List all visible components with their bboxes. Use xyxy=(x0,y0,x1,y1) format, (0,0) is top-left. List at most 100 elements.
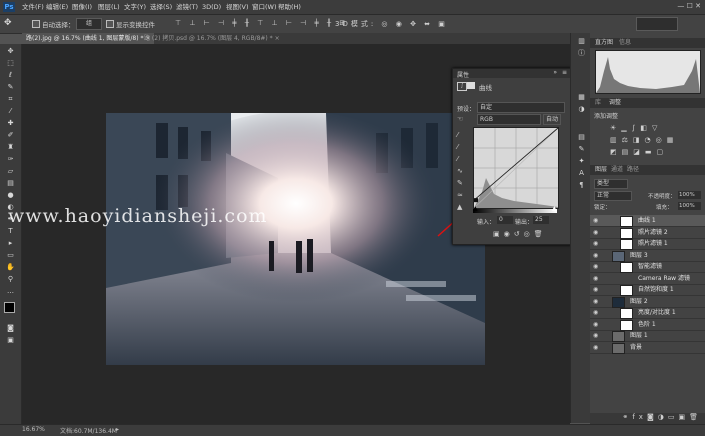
brush-panel-icon[interactable]: ✎ xyxy=(576,145,587,154)
blend-mode-dropdown[interactable]: 正常 xyxy=(594,191,632,201)
layer-row[interactable]: ◉ 图层 2 xyxy=(590,296,705,308)
clip-warning-icon[interactable]: ▲ xyxy=(457,201,463,213)
layer-kind-filter[interactable]: 类型 xyxy=(594,179,628,189)
layer-name[interactable]: Camera Raw 滤镜 xyxy=(638,273,690,284)
character-panel-icon[interactable]: A xyxy=(576,169,587,178)
eyedropper-tool-icon[interactable]: ⁄ xyxy=(5,107,16,116)
tab-paths[interactable]: 路径 xyxy=(624,165,642,175)
styles-panel-icon[interactable]: ✦ xyxy=(576,157,587,166)
tab-adjustments[interactable]: 调整 xyxy=(606,98,624,108)
posterize-icon[interactable]: ▤ xyxy=(622,148,634,156)
channel-mixer-icon[interactable]: ◎ xyxy=(656,136,667,144)
move-tool-icon[interactable]: ✥ xyxy=(5,47,16,56)
layer-name[interactable]: 照片滤镜 2 xyxy=(638,227,668,238)
menu-edit[interactable]: 编辑(E) xyxy=(46,2,68,12)
auto-button[interactable]: 自动 xyxy=(543,114,561,125)
menu-layer[interactable]: 图层(L) xyxy=(98,2,120,12)
window-controls[interactable]: — ☐ ✕ xyxy=(677,2,701,10)
layer-style-icon[interactable]: fx xyxy=(632,413,647,421)
add-mask-icon[interactable]: ◙ xyxy=(647,413,658,421)
properties-panel-icon[interactable]: ▤ xyxy=(576,133,587,142)
preset-dropdown[interactable]: 自定 xyxy=(477,102,565,113)
curve-control-point[interactable] xyxy=(474,198,478,203)
stamp-tool-icon[interactable]: ♜ xyxy=(5,143,16,152)
auto-select-checkbox[interactable] xyxy=(32,20,40,28)
gradient-tool-icon[interactable]: ▤ xyxy=(5,179,16,188)
photo-filter-icon[interactable]: ◔ xyxy=(645,136,656,144)
black-white-icon[interactable]: ◨ xyxy=(633,136,645,144)
visibility-eye-icon[interactable]: ◉ xyxy=(593,215,598,226)
screen-mode-icon[interactable]: ▣ xyxy=(5,336,16,345)
vibrance-icon[interactable]: ▽ xyxy=(652,124,662,132)
color-lookup-icon[interactable]: ▦ xyxy=(667,136,679,144)
menu-filter[interactable]: 滤镜(T) xyxy=(176,2,198,12)
zoom-tool-icon[interactable]: ⚲ xyxy=(5,275,16,284)
tab-histogram[interactable]: 直方图 xyxy=(592,38,616,48)
white-point-slider[interactable]: ▲ xyxy=(552,205,557,212)
menu-type[interactable]: 文字(Y) xyxy=(124,2,146,12)
visibility-eye-icon[interactable]: ◉ xyxy=(593,330,598,341)
histogram-panel-icon[interactable]: ▥ xyxy=(576,37,587,46)
delete-icon[interactable]: 🗑 xyxy=(534,230,547,238)
layer-row[interactable]: ◉ 亮度/对比度 1 xyxy=(590,307,705,319)
status-arrow-icon[interactable]: ▸ xyxy=(116,426,119,433)
opacity-input[interactable]: 100% xyxy=(678,191,701,199)
collapse-panel-icon[interactable]: » xyxy=(553,69,557,76)
more-tools-icon[interactable]: … xyxy=(5,287,16,296)
threshold-icon[interactable]: ◪ xyxy=(633,148,645,156)
pencil-icon[interactable]: ✎ xyxy=(457,177,463,189)
menu-image[interactable]: 图像(I) xyxy=(72,2,92,12)
libraries-panel-icon[interactable]: ▦ xyxy=(576,93,587,102)
layer-name[interactable]: 图层 3 xyxy=(630,250,648,261)
quick-select-tool-icon[interactable]: ✎ xyxy=(5,83,16,92)
hand-tool-icon[interactable]: ✋ xyxy=(5,263,16,272)
visibility-eye-icon[interactable]: ◉ xyxy=(593,238,598,249)
menu-help[interactable]: 帮助(H) xyxy=(278,2,301,12)
info-panel-icon[interactable]: ⓘ xyxy=(576,49,587,58)
input-field[interactable]: 0 xyxy=(497,216,513,224)
layer-row[interactable]: ◉ 照片滤镜 1 xyxy=(590,238,705,250)
layer-row[interactable]: ◉ 图层 1 xyxy=(590,330,705,342)
layer-name[interactable]: 色阶 1 xyxy=(638,319,656,330)
brightness-contrast-icon[interactable]: ☀ xyxy=(610,124,621,132)
move-tool-icon[interactable]: ✥ xyxy=(4,18,12,28)
link-layers-icon[interactable]: ⚭ xyxy=(622,413,632,421)
visibility-eye-icon[interactable]: ◉ xyxy=(593,307,598,318)
menu-view[interactable]: 视图(V) xyxy=(226,2,249,12)
menu-3d[interactable]: 3D(D) xyxy=(202,2,221,12)
workspace-dropdown[interactable] xyxy=(636,17,678,31)
invert-icon[interactable]: ◩ xyxy=(610,148,622,156)
history-brush-tool-icon[interactable]: ✑ xyxy=(5,155,16,164)
layer-name[interactable]: 图层 1 xyxy=(630,330,648,341)
visibility-eye-icon[interactable]: ◉ xyxy=(593,284,598,295)
layer-row[interactable]: ◉ 照片滤镜 2 xyxy=(590,227,705,239)
delete-layer-icon[interactable]: 🗑 xyxy=(689,413,702,421)
layer-row[interactable]: ◉ 智能滤镜 xyxy=(590,261,705,273)
black-point-slider[interactable]: ▲ xyxy=(473,205,478,212)
layer-name[interactable]: 亮度/对比度 1 xyxy=(638,307,676,318)
visibility-eye-icon[interactable]: ◉ xyxy=(593,342,598,353)
clip-to-layer-icon[interactable]: ▣ xyxy=(493,230,504,238)
layer-row[interactable]: ◉ 背景 xyxy=(590,342,705,354)
view-previous-icon[interactable]: ◉ xyxy=(504,230,514,238)
layer-row[interactable]: ◉ Camera Raw 滤镜 xyxy=(590,273,705,285)
reset-icon[interactable]: ↺ xyxy=(514,230,524,238)
visibility-eye-icon[interactable]: ◉ xyxy=(593,227,598,238)
layer-row[interactable]: ◉ 曲线 1 xyxy=(590,215,705,227)
path-select-tool-icon[interactable]: ▸ xyxy=(5,239,16,248)
new-group-icon[interactable]: ▭ xyxy=(668,413,679,421)
menu-window[interactable]: 窗口(W) xyxy=(252,2,277,12)
visibility-icon[interactable]: ◎ xyxy=(524,230,534,238)
layer-name[interactable]: 背景 xyxy=(630,342,642,353)
new-layer-icon[interactable]: ▣ xyxy=(678,413,689,421)
target-adjust-icon[interactable]: ☜ xyxy=(457,115,463,123)
type-tool-icon[interactable]: T xyxy=(5,227,16,236)
menu-select[interactable]: 选择(S) xyxy=(150,2,172,12)
panel-menu-icon[interactable]: ≡ xyxy=(562,69,567,76)
eyedropper-gray-icon[interactable]: ⁄ xyxy=(457,141,463,153)
curve-point-icon[interactable]: ∿ xyxy=(457,165,463,177)
exposure-icon[interactable]: ◧ xyxy=(640,124,652,132)
layer-name[interactable]: 自然饱和度 1 xyxy=(638,284,674,295)
3d-mode-buttons[interactable]: 3D模式: ◎ ◉ ✥ ⬌ ▣ xyxy=(335,19,448,29)
output-field[interactable]: 25 xyxy=(533,216,549,224)
